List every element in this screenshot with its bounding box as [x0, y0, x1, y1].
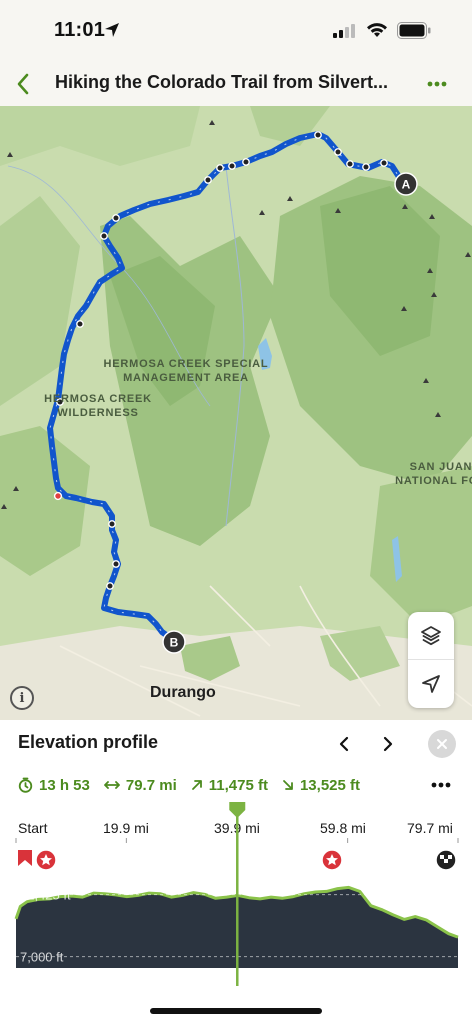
poi-star-marker[interactable] [321, 849, 343, 871]
stat-distance: 79.7 mi [103, 776, 177, 794]
stopwatch-icon [18, 777, 33, 793]
chevron-left-icon [17, 73, 29, 95]
nav-bar: Hiking the Colorado Trail from Silvert..… [0, 62, 472, 106]
more-dots-icon [431, 782, 451, 788]
elevation-chart[interactable]: 12,425 ft 7,000 ft [0, 802, 472, 988]
distance-value: 79.7 mi [125, 776, 177, 794]
cursor-handle [229, 802, 246, 818]
wifi-icon [367, 23, 387, 37]
stat-descent: 13,525 ft [282, 777, 360, 794]
ascent-value: 11,475 ft [208, 776, 268, 794]
locate-arrow-icon [422, 675, 440, 693]
location-arrow-icon [105, 23, 119, 37]
stats-more-button[interactable] [426, 772, 456, 798]
elevation-title: Elevation profile [18, 732, 159, 752]
descent-arrow-icon [282, 779, 294, 791]
x-tick-label: 19.9 mi [103, 820, 149, 836]
map-label-hermosa-wilderness: HERMOSA CREEK WILDERNESS [44, 393, 152, 419]
more-options-button[interactable] [420, 68, 454, 100]
stat-ascent: 11,475 ft [191, 777, 268, 794]
chevron-left-icon [339, 736, 349, 752]
back-button[interactable] [8, 66, 38, 102]
map-label-hermosa-sma: HERMOSA CREEK SPECIAL MANAGEMENT AREA [103, 358, 269, 384]
elevation-panel: Elevation profile 13 h 53 79.7 mi 11,475… [0, 720, 472, 1023]
more-dots-icon [427, 81, 447, 87]
end-marker[interactable]: B [162, 630, 186, 654]
stat-duration: 13 h 53 [18, 777, 90, 794]
status-time: 11:01 [54, 19, 106, 41]
page-title: Hiking the Colorado Trail from Silvert..… [55, 72, 389, 92]
map-controls [408, 612, 454, 708]
previous-button[interactable] [330, 730, 358, 758]
x-tick-label: Start [18, 820, 48, 836]
start-marker-label: A [402, 178, 411, 192]
ascent-arrow-icon [191, 779, 203, 791]
poi-marker [53, 491, 63, 501]
close-button[interactable] [428, 730, 456, 758]
close-icon [437, 739, 447, 749]
info-button[interactable]: i [10, 686, 34, 710]
info-icon: i [19, 690, 25, 706]
next-button[interactable] [374, 730, 402, 758]
start-flags [18, 849, 57, 871]
duration-value: 13 h 53 [39, 776, 90, 794]
cellular-signal-icon [333, 24, 355, 38]
y-label-upper: 12,425 ft [20, 888, 71, 903]
map-view[interactable]: A B HERMOSA CREEK SPECIAL MANAGEMENT ARE… [0, 106, 472, 720]
home-indicator [150, 1008, 322, 1014]
map-label-durango: Durango [150, 684, 216, 701]
layers-icon [421, 625, 441, 645]
y-label-lower: 7,000 ft [20, 950, 64, 965]
locate-button[interactable] [408, 660, 454, 708]
x-tick-label: 59.8 mi [320, 820, 366, 836]
start-marker[interactable]: A [394, 172, 418, 196]
chevron-right-icon [383, 736, 393, 752]
end-marker-label: B [170, 636, 179, 650]
layers-button[interactable] [408, 612, 454, 660]
finish-flag-icon [435, 849, 457, 871]
route-stats: 13 h 53 79.7 mi 11,475 ft 13,525 ft [18, 774, 374, 796]
descent-value: 13,525 ft [299, 776, 361, 794]
status-bar: 11:01 [0, 0, 472, 62]
map-label-san-juan: SAN JUAN NATIONAL FOR [395, 461, 472, 487]
battery-icon [397, 22, 431, 39]
x-tick-label: 79.7 mi [407, 820, 453, 836]
distance-arrows-icon [103, 780, 120, 790]
